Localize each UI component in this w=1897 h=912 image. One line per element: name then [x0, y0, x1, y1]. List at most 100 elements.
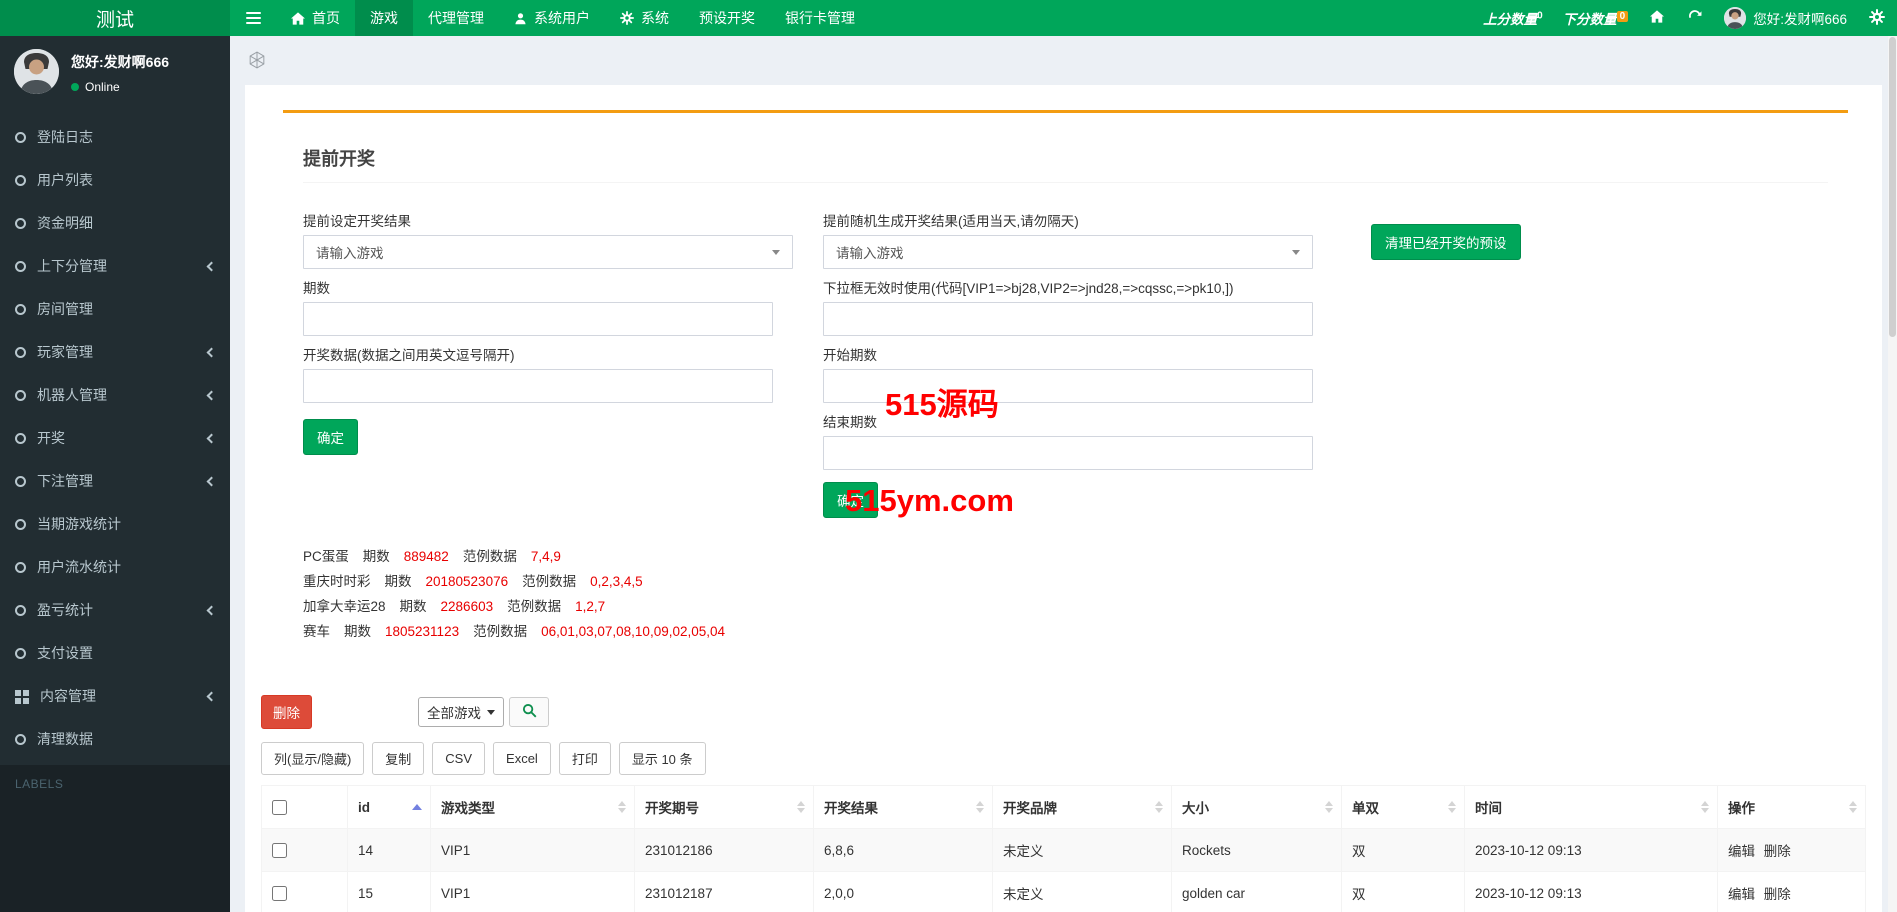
export-button[interactable]: 打印 — [559, 742, 611, 775]
nav-item-preset-draw[interactable]: 预设开奖 — [684, 0, 770, 36]
sort-icon[interactable] — [1155, 801, 1163, 813]
sidebar-item[interactable]: 资金明细 — [0, 202, 230, 245]
add-score-badge: 0 — [1537, 11, 1543, 22]
delete-link[interactable]: 删除 — [1764, 844, 1791, 859]
brand-logo[interactable]: 测试 — [0, 0, 230, 36]
sample-value: 0,2,3,4,5 — [590, 569, 643, 594]
sidebar-toggle-button[interactable] — [230, 0, 276, 36]
sidebar-item[interactable]: 清理数据 — [0, 718, 230, 761]
column-header[interactable]: 开奖品牌 — [993, 786, 1172, 829]
page-scrollbar[interactable] — [1888, 36, 1897, 912]
refresh-button[interactable] — [1676, 0, 1714, 36]
sort-icon[interactable] — [1448, 801, 1456, 813]
fallback-code-input[interactable] — [823, 302, 1313, 336]
deduct-score-link[interactable]: 下分数量0 — [1553, 8, 1639, 28]
circle-icon — [15, 132, 26, 143]
column-header[interactable]: 大小 — [1172, 786, 1342, 829]
sort-icon[interactable] — [412, 804, 422, 810]
search-button[interactable] — [509, 697, 549, 727]
sidebar-item[interactable]: 用户列表 — [0, 159, 230, 202]
delete-link[interactable]: 删除 — [1764, 887, 1791, 902]
clear-presets-button[interactable]: 清理已经开奖的预设 — [1371, 224, 1521, 260]
sample-label: 范例数据 — [463, 544, 517, 569]
column-header[interactable]: 时间 — [1465, 786, 1718, 829]
top-navbar: 测试 首页 游戏 代理管理 系统用户 系统 预设开奖 银行卡管理 上分数量0 下… — [0, 0, 1897, 36]
caret-down-icon — [487, 710, 495, 715]
settings-button[interactable] — [1857, 0, 1897, 36]
select-all-checkbox[interactable] — [272, 800, 287, 815]
sidebar-item-label: 清理数据 — [37, 731, 93, 748]
end-period-input[interactable] — [823, 436, 1313, 470]
sidebar-item[interactable]: 用户流水统计 — [0, 546, 230, 589]
add-score-link[interactable]: 上分数量0 — [1473, 8, 1553, 28]
game-select-random[interactable]: 请输入游戏 — [823, 235, 1313, 269]
sample-label: 范例数据 — [522, 569, 576, 594]
preset-draw-panel: 提前开奖 提前设定开奖结果 请输入游戏 期数 — [283, 110, 1848, 649]
gears-icon — [1869, 9, 1885, 28]
home-shortcut-button[interactable] — [1638, 0, 1676, 36]
sort-icon[interactable] — [797, 801, 805, 813]
sidebar-filler — [0, 803, 230, 912]
column-header[interactable]: 开奖结果 — [814, 786, 993, 829]
sidebar-item[interactable]: 开奖 — [0, 417, 230, 460]
sidebar-item[interactable]: 内容管理 — [0, 675, 230, 718]
scrollbar-thumb[interactable] — [1889, 37, 1896, 337]
sidebar-item[interactable]: 盈亏统计 — [0, 589, 230, 632]
sidebar-item[interactable]: 上下分管理 — [0, 245, 230, 288]
column-header[interactable]: 操作 — [1718, 786, 1866, 829]
sort-icon[interactable] — [1325, 801, 1333, 813]
period-input[interactable] — [303, 302, 773, 336]
chevron-left-icon — [207, 348, 217, 358]
nav-item-system-users[interactable]: 系统用户 — [499, 0, 605, 36]
sidebar-item[interactable]: 下注管理 — [0, 460, 230, 503]
edit-link[interactable]: 编辑 — [1728, 887, 1755, 902]
content-box: 515源码 515ym.com 提前开奖 提前设定开奖结果 请输入游戏 期数 — [245, 85, 1882, 912]
game-select[interactable]: 请输入游戏 — [303, 235, 793, 269]
sample-label: 范例数据 — [473, 619, 527, 644]
column-header[interactable]: id — [348, 786, 431, 829]
row-checkbox[interactable] — [272, 843, 287, 858]
column-header[interactable]: 开奖期号 — [635, 786, 814, 829]
preset-forms: 提前设定开奖结果 请输入游戏 期数 开奖数据(数据之间用英文逗号隔开) — [303, 201, 1828, 518]
sidebar-item-label: 用户列表 — [37, 172, 93, 189]
sidebar-item[interactable]: 房间管理 — [0, 288, 230, 331]
preset-info-line: 重庆时时彩 期数 20180523076 范例数据 0,2,3,4,5 — [303, 569, 1828, 594]
nav-item-home[interactable]: 首页 — [276, 0, 355, 36]
column-header[interactable]: 游戏类型 — [431, 786, 635, 829]
column-label: 开奖结果 — [824, 801, 878, 816]
sidebar-item[interactable]: 支付设置 — [0, 632, 230, 675]
draw-data-input[interactable] — [303, 369, 773, 403]
nav-item-bank-cards[interactable]: 银行卡管理 — [770, 0, 870, 36]
sidebar-item[interactable]: 登陆日志 — [0, 116, 230, 159]
export-button[interactable]: Excel — [493, 742, 551, 775]
confirm-button-left[interactable]: 确定 — [303, 419, 358, 455]
avatar — [1724, 7, 1746, 29]
sidebar-item[interactable]: 机器人管理 — [0, 374, 230, 417]
sidebar-item[interactable]: 当期游戏统计 — [0, 503, 230, 546]
edit-link[interactable]: 编辑 — [1728, 844, 1755, 859]
export-button[interactable]: 列(显示/隐藏) — [261, 742, 364, 775]
export-button[interactable]: CSV — [432, 742, 485, 775]
nav-item-system[interactable]: 系统 — [605, 0, 684, 36]
export-button[interactable]: 复制 — [372, 742, 424, 775]
user-menu[interactable]: 您好:发财啊666 — [1714, 7, 1857, 29]
sort-icon[interactable] — [976, 801, 984, 813]
period-value: 889482 — [404, 544, 449, 569]
sort-icon[interactable] — [618, 801, 626, 813]
nav-item-agents[interactable]: 代理管理 — [413, 0, 499, 36]
search-icon — [522, 703, 537, 721]
sort-icon[interactable] — [1701, 801, 1709, 813]
cell-id: 14 — [348, 829, 431, 872]
sort-icon[interactable] — [1849, 801, 1857, 813]
game-filter-select[interactable]: 全部游戏 — [418, 697, 504, 727]
delete-button[interactable]: 删除 — [261, 695, 312, 729]
column-header[interactable]: 单双 — [1342, 786, 1465, 829]
nav-item-games[interactable]: 游戏 — [355, 0, 413, 36]
draw-table-section: 删除 全部游戏 列(显示/隐藏) 复制 CSV Excel 打印 显示 10 条 — [261, 695, 1866, 912]
cell-size: Rockets — [1172, 829, 1342, 872]
export-button[interactable]: 显示 10 条 — [619, 742, 706, 775]
clear-presets-wrap: 清理已经开奖的预设 — [1371, 214, 1521, 518]
row-checkbox[interactable] — [272, 886, 287, 901]
sidebar-item[interactable]: 玩家管理 — [0, 331, 230, 374]
circle-icon — [15, 218, 26, 229]
